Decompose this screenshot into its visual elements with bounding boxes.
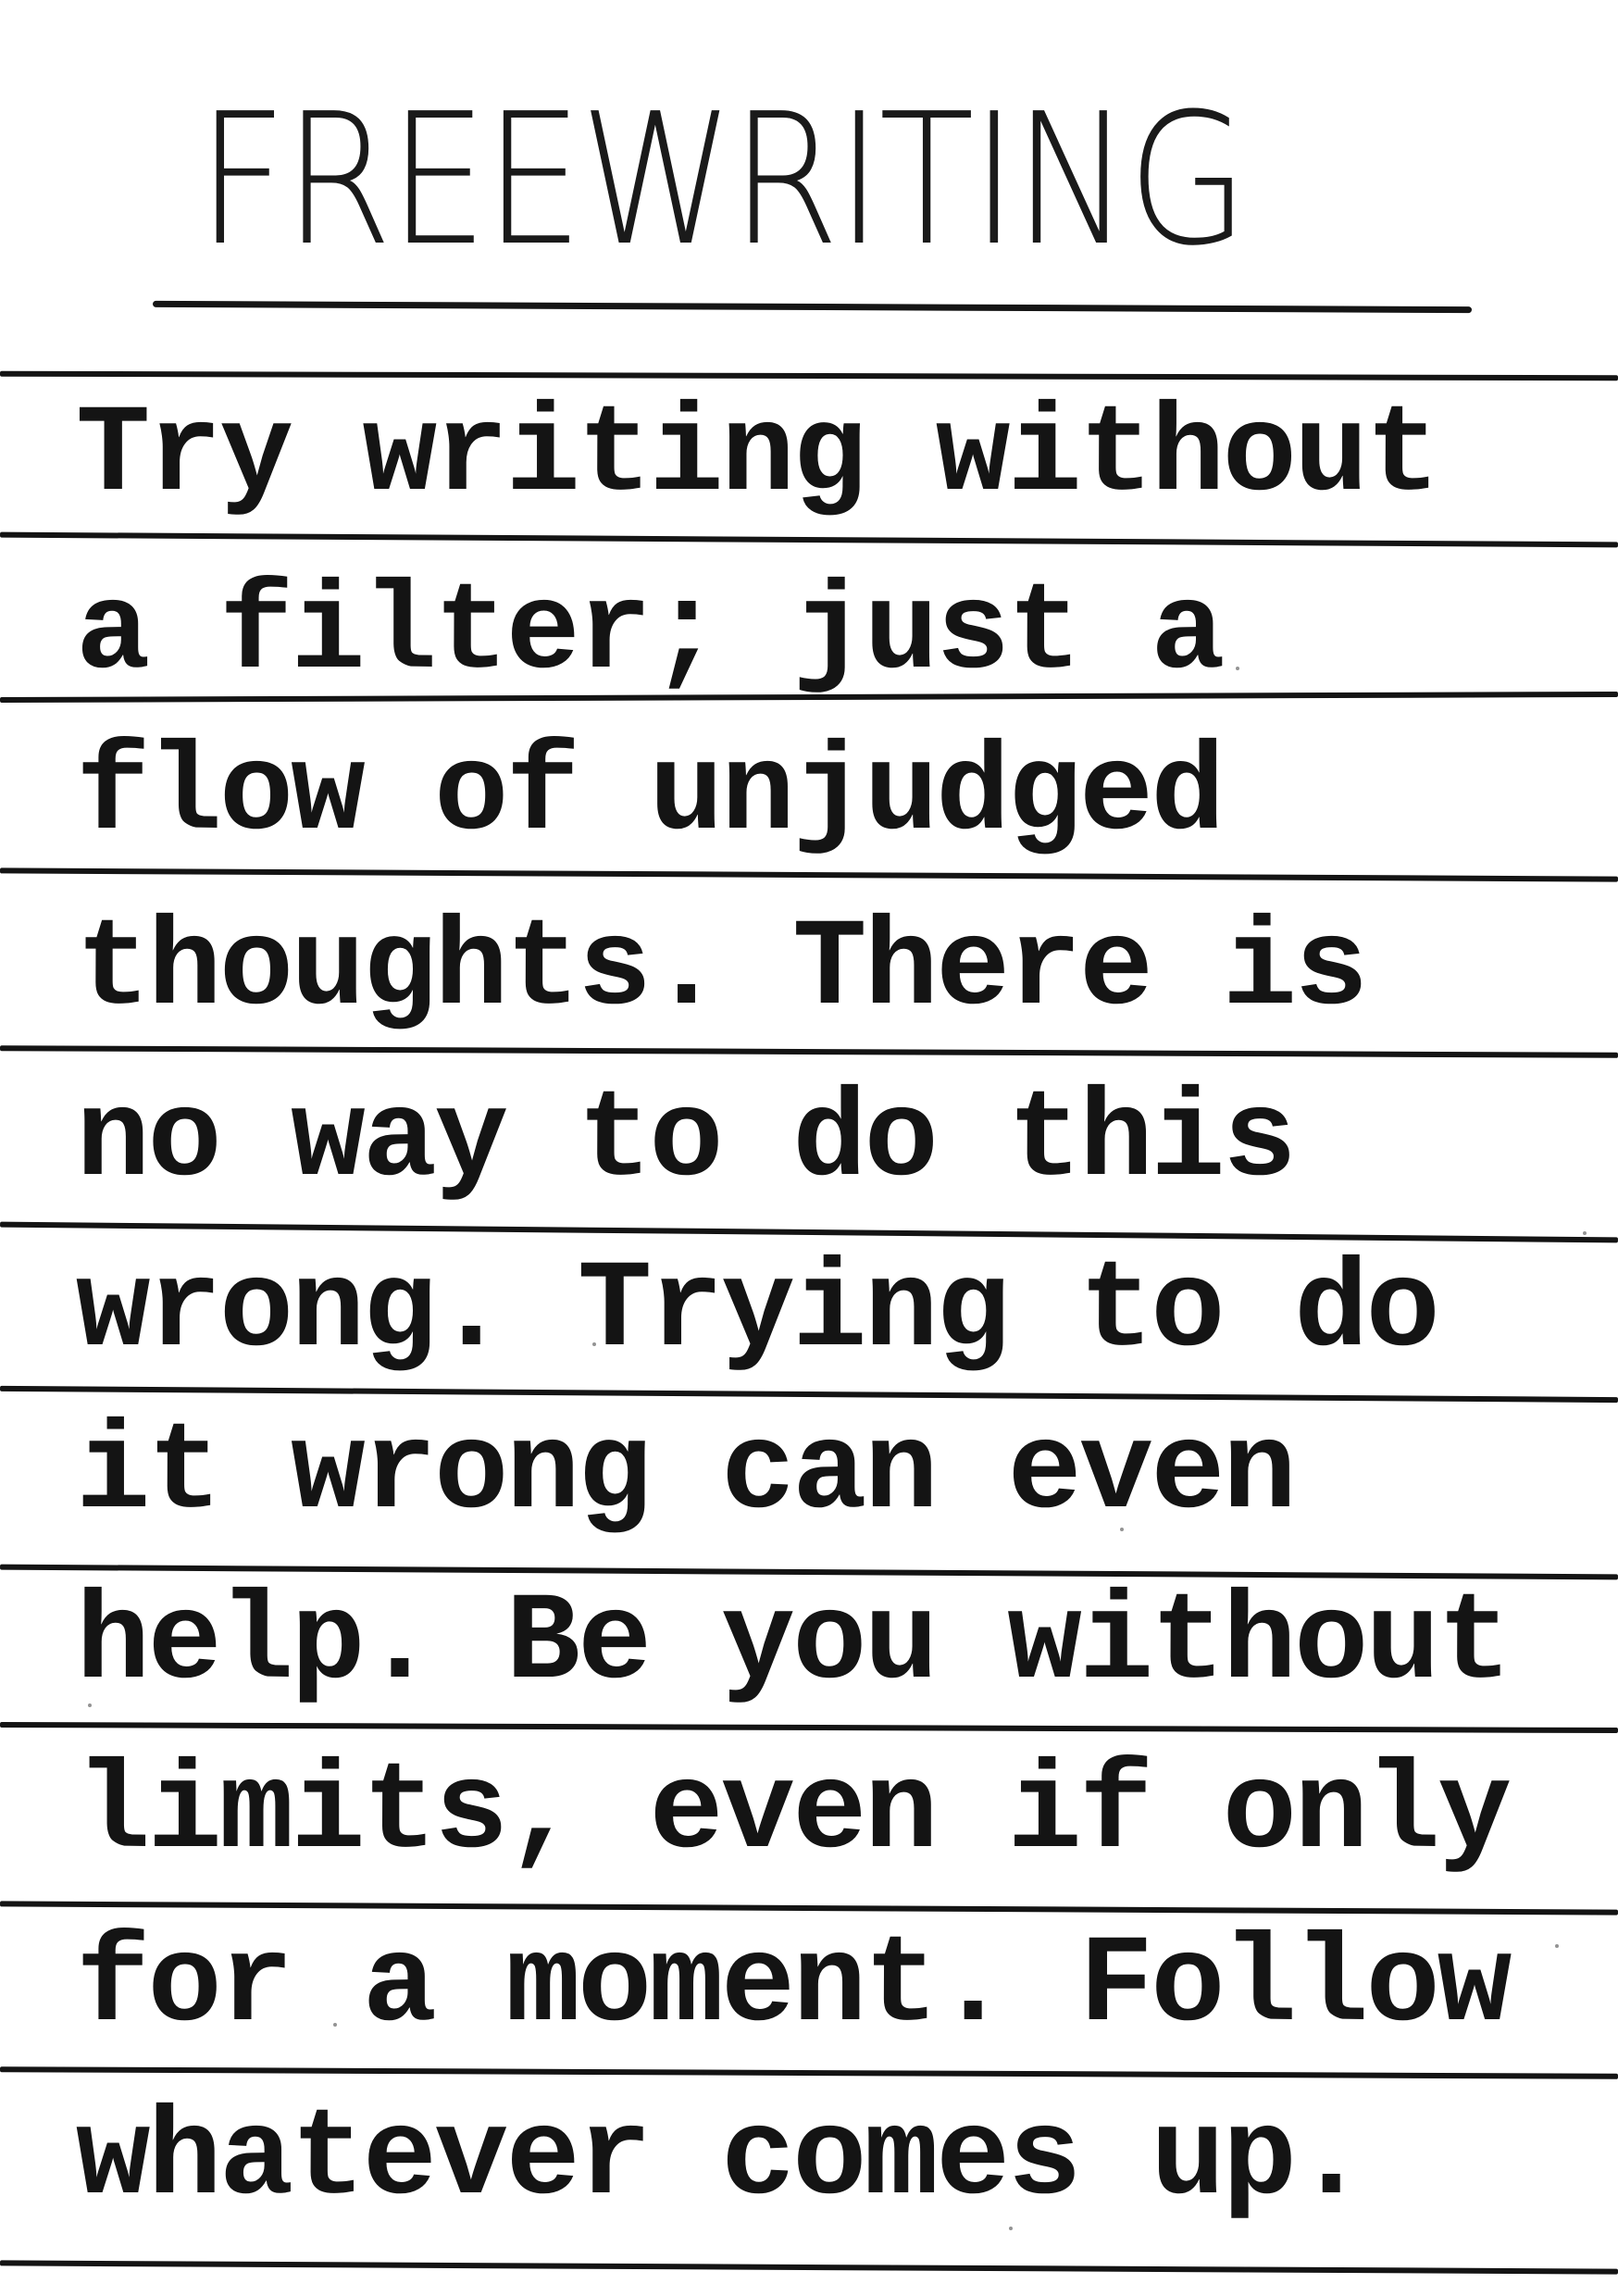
paper-speck (88, 1703, 92, 1707)
text-line: help. Be you without (76, 1584, 1512, 1704)
text-line: for a moment. Follow (76, 1927, 1512, 2047)
page-title: FREEWRITING (197, 75, 1249, 286)
text-line: flow of unjudged (76, 735, 1226, 855)
text-line: wrong. Trying to do (76, 1252, 1440, 1372)
paper-speck (1555, 1944, 1559, 1948)
ruled-line (0, 1901, 1618, 1915)
title-underline (152, 300, 1473, 314)
ruled-line (0, 1721, 1618, 1734)
ruled-line (0, 370, 1618, 381)
text-line: a filter; just a (76, 574, 1226, 694)
text-line: Try writing without (76, 396, 1440, 517)
text-line: whatever comes up. (76, 2100, 1368, 2220)
paper-speck (333, 2023, 337, 2027)
paper-speck (1009, 2227, 1013, 2230)
ruled-line (0, 1385, 1618, 1404)
freewriting-page: FREEWRITING Try writing without a filter… (0, 0, 1618, 2296)
ruled-line (0, 2260, 1618, 2275)
text-line: limits, even if only (76, 1753, 1512, 1874)
ruled-line (0, 867, 1618, 882)
ruled-line (0, 1045, 1618, 1058)
text-line: it wrong can even (76, 1414, 1297, 1534)
paper-speck (1583, 1231, 1587, 1235)
paper-speck (1236, 667, 1239, 670)
text-line: thoughts. There is (76, 910, 1368, 1030)
paper-speck (592, 1342, 596, 1346)
ruled-line (0, 531, 1618, 548)
text-line: no way to do this (76, 1081, 1297, 1202)
ruled-line (0, 1221, 1618, 1243)
ruled-line (0, 1564, 1618, 1580)
ruled-line (0, 2066, 1618, 2079)
paper-speck (1120, 1528, 1124, 1531)
